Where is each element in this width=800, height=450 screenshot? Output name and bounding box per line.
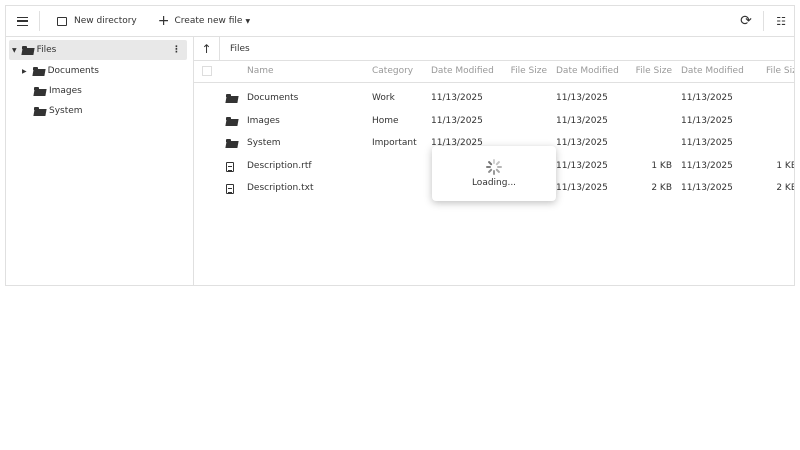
folder-icon <box>226 94 238 103</box>
spinner-segment <box>493 170 495 175</box>
spinner-icon <box>486 159 502 175</box>
tree-item-label: System <box>49 106 83 116</box>
breadcrumb-item[interactable]: Files <box>230 44 250 54</box>
refresh-icon: ⟳ <box>740 13 752 29</box>
hamburger-icon <box>17 16 28 26</box>
column-header-date-modified[interactable]: Date Modified <box>556 66 619 76</box>
cell-category: Important <box>372 138 417 148</box>
column-header-file-size[interactable]: File Size <box>507 66 547 76</box>
cell-date-modified: 11/13/2025 <box>556 138 608 148</box>
cell-date-modified: 11/13/2025 <box>556 93 608 103</box>
table-row[interactable]: Images Home 11/13/2025 11/13/2025 11/13/… <box>194 111 794 133</box>
spinner-segment <box>486 166 491 168</box>
cell-name: Description.txt <box>247 183 314 193</box>
cell-date-modified: 11/13/2025 <box>431 93 483 103</box>
cell-date-modified: 11/13/2025 <box>681 138 733 148</box>
column-header-file-size[interactable]: File Size <box>766 66 794 76</box>
file-icon <box>226 184 234 194</box>
cell-file-size: 1 KB <box>651 160 672 171</box>
tree-item-documents[interactable]: ▶ Documents <box>22 61 99 81</box>
folder-icon <box>34 106 46 116</box>
plus-icon: + <box>157 13 170 29</box>
cell-date-modified: 11/13/2025 <box>556 183 608 193</box>
more-vertical-icon[interactable]: ⋮ <box>172 45 181 55</box>
table-row[interactable]: Documents Work 11/13/2025 11/13/2025 11/… <box>194 88 794 110</box>
cell-date-modified: 11/13/2025 <box>431 115 483 126</box>
select-all-checkbox[interactable] <box>202 66 212 76</box>
tree-item-label: Documents <box>47 66 99 76</box>
breadcrumb: ↑ Files <box>194 36 794 61</box>
caret-right-icon[interactable]: ▶ <box>22 68 27 75</box>
cell-file-size: 1 KB <box>776 160 795 171</box>
spinner-segment <box>487 160 493 166</box>
cell-date-modified: 11/13/2025 <box>556 115 608 126</box>
folder-open-icon <box>21 45 34 55</box>
create-new-file-label: Create new file <box>174 16 243 26</box>
cell-category: Work <box>372 93 395 103</box>
cell-date-modified: 11/13/2025 <box>556 160 608 171</box>
cell-date-modified: 11/13/2025 <box>681 115 733 126</box>
cell-file-size: 2 KB <box>776 183 795 193</box>
folder-icon <box>226 116 238 126</box>
menu-button[interactable] <box>6 6 39 37</box>
view-toggle-button[interactable]: ☷ <box>768 6 794 37</box>
cell-date-modified: 11/13/2025 <box>681 93 733 103</box>
tree-item-images[interactable]: Images <box>34 81 82 101</box>
tree-item-files[interactable]: ▼ Files ⋮ <box>9 40 187 60</box>
create-new-file-button[interactable]: + Create new file ▼ <box>158 6 250 37</box>
cell-name: Documents <box>247 93 299 103</box>
details-view-icon: ☷ <box>776 14 786 28</box>
toolbar: New directory + Create new file ▼ ⟳ ☷ <box>6 6 794 37</box>
tree-item-label: Images <box>49 86 82 96</box>
refresh-button[interactable]: ⟳ <box>733 6 759 37</box>
column-header-date-modified[interactable]: Date Modified <box>681 66 744 76</box>
column-header-date-modified[interactable]: Date Modified <box>431 66 494 76</box>
column-header-name[interactable]: Name <box>247 66 274 76</box>
column-header-file-size[interactable]: File Size <box>632 66 672 76</box>
new-directory-button[interactable]: New directory <box>57 6 137 37</box>
folder-icon <box>226 139 238 148</box>
file-manager: New directory + Create new file ▼ ⟳ ☷ ▼ … <box>5 5 795 286</box>
new-directory-label: New directory <box>74 16 137 26</box>
caret-down-icon: ▼ <box>245 17 251 25</box>
folder-icon <box>34 86 46 96</box>
tree-item-system[interactable]: System <box>34 101 83 121</box>
spinner-segment <box>497 166 502 168</box>
file-icon <box>226 161 234 172</box>
cell-date-modified: 11/13/2025 <box>681 183 733 193</box>
arrow-up-icon[interactable]: ↑ <box>194 36 220 61</box>
grid-header: Name Category Date Modified File Size Da… <box>194 61 794 83</box>
new-folder-icon <box>57 16 67 26</box>
loading-text: Loading... <box>471 178 517 188</box>
column-header-category[interactable]: Category <box>372 66 413 76</box>
tree-item-label: Files <box>36 45 57 55</box>
cell-file-size: 2 KB <box>651 183 672 193</box>
folder-icon <box>32 66 45 76</box>
loading-indicator: Loading... <box>432 146 556 201</box>
spinner-segment <box>495 168 501 174</box>
spinner-segment <box>495 160 501 166</box>
spinner-segment <box>487 168 493 174</box>
cell-name: System <box>247 138 281 148</box>
cell-name: Description.rtf <box>247 160 312 171</box>
caret-down-icon[interactable]: ▼ <box>12 47 17 54</box>
cell-date-modified: 11/13/2025 <box>681 160 733 171</box>
cell-category: Home <box>372 115 399 126</box>
navigation-tree: ▼ Files ⋮ ▶ Documents Images System <box>6 37 194 285</box>
cell-name: Images <box>247 115 280 126</box>
